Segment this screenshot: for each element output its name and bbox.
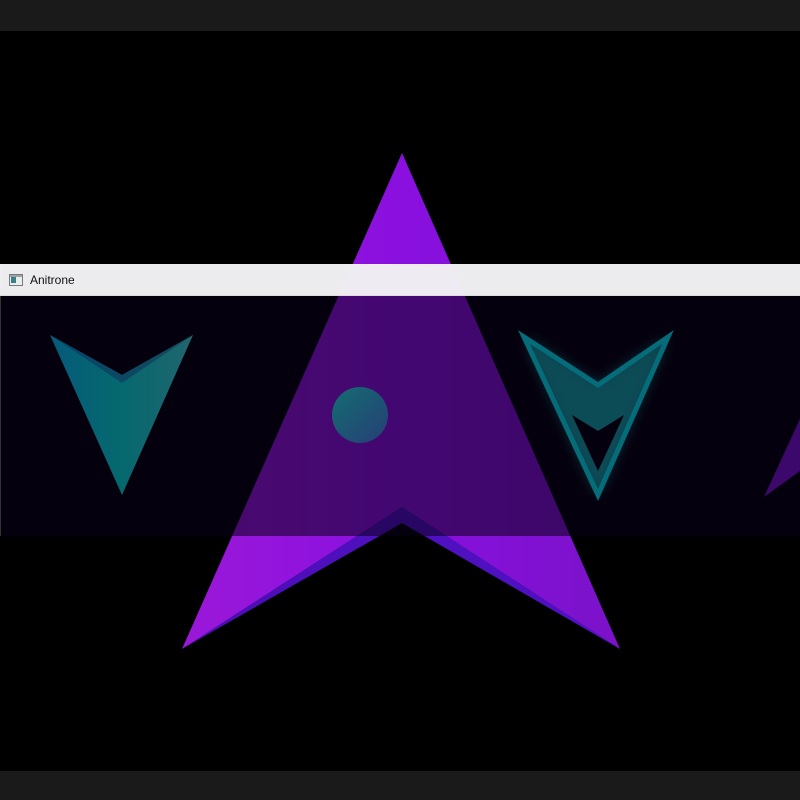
window-titlebar[interactable]: Anitrone (0, 264, 800, 296)
letterbox-bottom (0, 771, 800, 800)
app-window-icon (9, 273, 23, 286)
window-title: Anitrone (30, 272, 75, 287)
letterbox-top (0, 0, 800, 31)
window-body-overlay (0, 264, 800, 536)
